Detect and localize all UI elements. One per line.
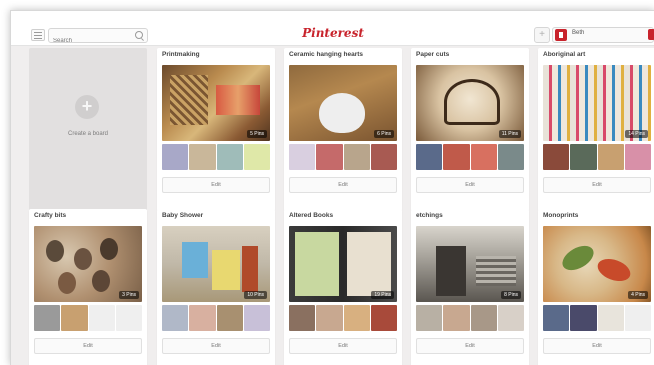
board-card[interactable]: Crafty bits 3 Pins Edit: [29, 209, 147, 365]
avatar[interactable]: [555, 29, 567, 41]
board-cover-image[interactable]: 8 Pins: [416, 226, 524, 302]
edit-board-button[interactable]: Edit: [289, 177, 397, 193]
board-card[interactable]: Baby Shower 10 Pins Edit: [157, 209, 275, 365]
board-title[interactable]: Monoprints: [543, 212, 578, 219]
pin-count: 6 Pins: [374, 130, 394, 138]
board-cover-image[interactable]: 4 Pins: [543, 226, 651, 302]
board-card[interactable]: Paper cuts 11 Pins Edit: [411, 48, 529, 211]
pin-count: 19 Pins: [371, 291, 394, 299]
board-cover-image[interactable]: 6 Pins: [289, 65, 397, 141]
board-card[interactable]: Printmaking 5 Pins Edit: [157, 48, 275, 211]
create-board-tile[interactable]: + Create a board: [29, 48, 147, 211]
board-cover-image[interactable]: 14 Pins: [543, 65, 651, 141]
board-card[interactable]: Monoprints 4 Pins Edit: [538, 209, 654, 365]
pin-count: 11 Pins: [498, 130, 521, 138]
board-thumbnails: [543, 144, 651, 170]
board-title[interactable]: Printmaking: [162, 51, 200, 58]
plus-icon: +: [75, 95, 99, 119]
add-pin-button[interactable]: +: [534, 27, 550, 43]
board-thumbnails: [416, 305, 524, 331]
board-cover-image[interactable]: 10 Pins: [162, 226, 270, 302]
board-card[interactable]: Aboriginal art 14 Pins Edit: [538, 48, 654, 211]
board-title[interactable]: Altered Books: [289, 212, 333, 219]
edit-board-button[interactable]: Edit: [416, 338, 524, 354]
board-thumbnails: [34, 305, 142, 331]
board-thumbnails: [289, 305, 397, 331]
pin-count: 3 Pins: [119, 291, 139, 299]
edit-board-button[interactable]: Edit: [162, 177, 270, 193]
board-title[interactable]: Ceramic hanging hearts: [289, 51, 363, 58]
board-thumbnails: [543, 305, 651, 331]
board-card[interactable]: Ceramic hanging hearts 6 Pins Edit: [284, 48, 402, 211]
edit-board-button[interactable]: Edit: [416, 177, 524, 193]
board-cover-image[interactable]: 19 Pins: [289, 226, 397, 302]
edit-board-button[interactable]: Edit: [289, 338, 397, 354]
edit-board-button[interactable]: Edit: [162, 338, 270, 354]
notification-icon[interactable]: [648, 29, 654, 40]
board-card[interactable]: etchings 8 Pins Edit: [411, 209, 529, 365]
user-name[interactable]: Beth: [572, 30, 584, 36]
pin-count: 14 Pins: [625, 130, 648, 138]
board-card[interactable]: Altered Books 19 Pins Edit: [284, 209, 402, 365]
board-title[interactable]: Paper cuts: [416, 51, 449, 58]
board-thumbnails: [162, 144, 270, 170]
board-title[interactable]: Aboriginal art: [543, 51, 585, 58]
edit-board-button[interactable]: Edit: [543, 338, 651, 354]
pin-count: 5 Pins: [247, 130, 267, 138]
board-thumbnails: [289, 144, 397, 170]
pin-count: 10 Pins: [244, 291, 267, 299]
board-cover-image[interactable]: 11 Pins: [416, 65, 524, 141]
pin-count: 8 Pins: [501, 291, 521, 299]
top-bar: Pinterest + Beth: [11, 11, 654, 47]
board-title[interactable]: etchings: [416, 212, 443, 219]
pin-count: 4 Pins: [628, 291, 648, 299]
board-thumbnails: [416, 144, 524, 170]
board-title[interactable]: Baby Shower: [162, 212, 203, 219]
pinterest-window: Pinterest + Beth + Create a board Printm…: [10, 10, 654, 365]
edit-board-button[interactable]: Edit: [34, 338, 142, 354]
board-cover-image[interactable]: 3 Pins: [34, 226, 142, 302]
edit-board-button[interactable]: Edit: [543, 177, 651, 193]
board-cover-image[interactable]: 5 Pins: [162, 65, 270, 141]
create-board-label: Create a board: [67, 131, 109, 137]
board-title[interactable]: Crafty bits: [34, 212, 66, 219]
user-menu[interactable]: Beth: [552, 27, 654, 43]
board-thumbnails: [162, 305, 270, 331]
